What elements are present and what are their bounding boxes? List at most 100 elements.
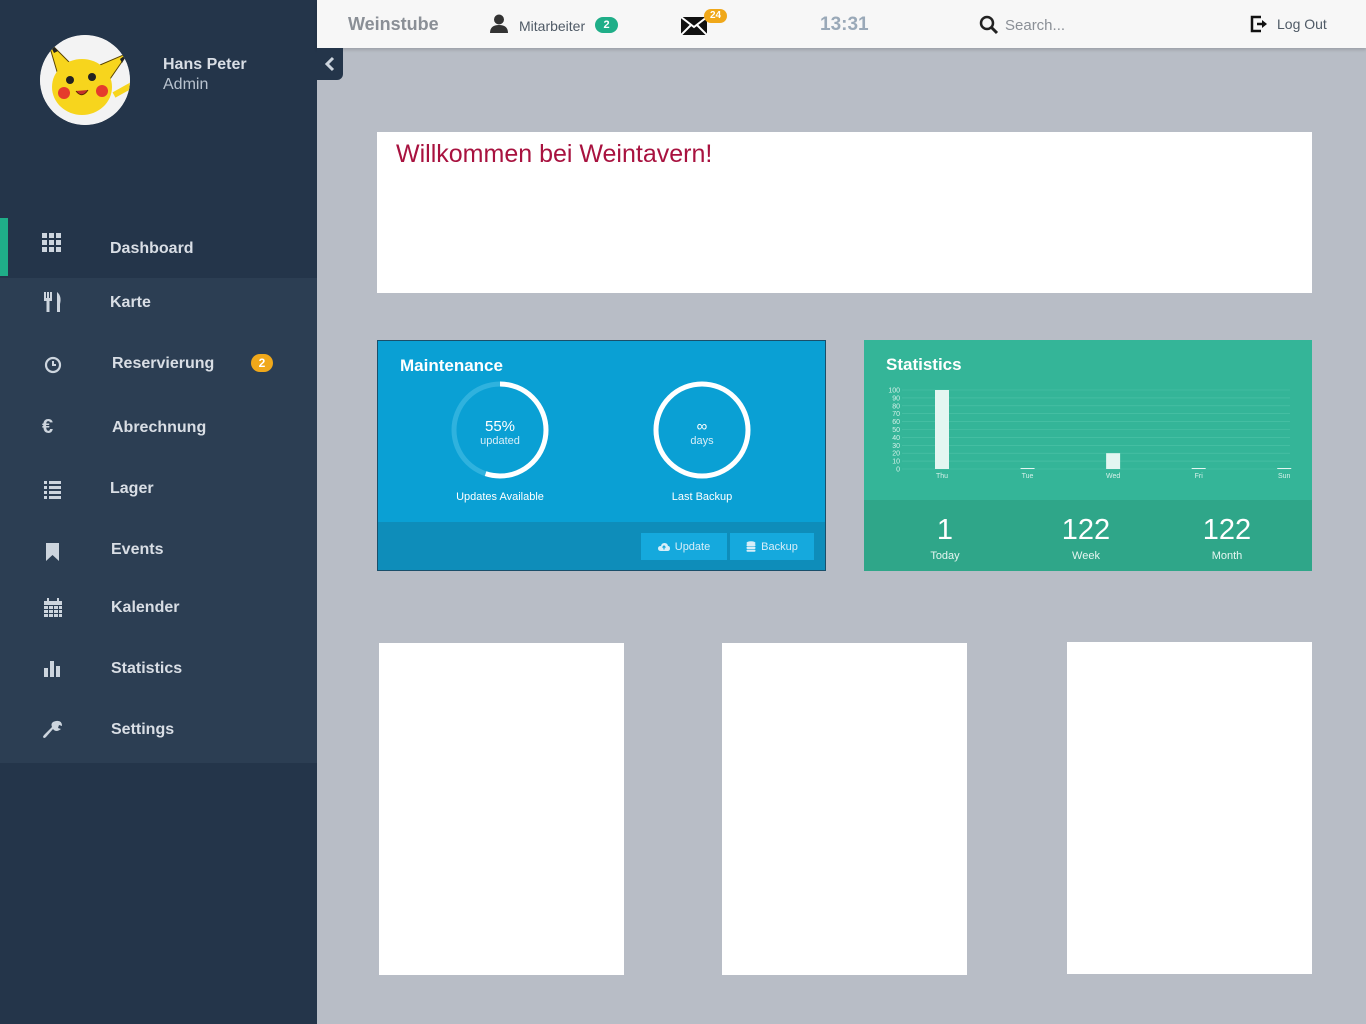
backup-button-label: Backup [761,540,798,553]
x-tick-label: Sun [1278,473,1291,480]
backup-caption: Last Backup [671,491,733,503]
bookmark-icon [46,543,59,561]
empty-panel [379,643,624,975]
stat-month-value: 122 [1202,514,1252,546]
welcome-panel: Willkommen bei Weintavern! [377,132,1312,293]
update-button-label: Update [674,540,711,553]
maintenance-widget: Maintenance 55% updated Updates Availabl… [377,340,826,571]
sidebar-item-label: Settings [111,721,175,738]
chart-bar [1106,453,1121,469]
list-icon [44,481,61,499]
update-button[interactable]: Update [641,533,727,560]
grid-icon [42,233,61,252]
profile-role: Admin [163,76,209,93]
y-tick-label: 100 [888,388,900,395]
user-profile: Hans Peter Admin [0,0,317,190]
search-icon[interactable] [979,15,999,35]
chevron-left-icon [324,56,335,72]
euro-icon: € [42,416,54,438]
y-tick-label: 50 [892,427,900,434]
sidebar-item-label: Reservierung [112,355,215,372]
statistics-title: Statistics [886,355,962,374]
sidebar-item-statistics[interactable]: Statistics [0,638,317,698]
sidebar-item-label: Statistics [111,660,183,677]
x-tick-label: Wed [1106,473,1120,480]
logout-link[interactable]: Log Out [1277,16,1327,32]
search-input[interactable] [1005,14,1205,36]
sidebar-item-karte[interactable]: Karte [0,276,317,336]
sidebar-item-dashboard[interactable]: Dashboard [0,218,317,278]
clock-time: 13:31 [820,14,869,35]
statistics-footer: 1 Today 122 Week 122 Month [864,500,1312,571]
y-tick-label: 80 [892,403,900,410]
sidebar-collapse-button[interactable] [317,48,343,80]
sidebar-item-abrechnung[interactable]: € Abrechnung [0,398,317,458]
sidebar-item-label: Karte [110,294,151,311]
stat-week-label: Week [1072,550,1100,562]
welcome-title: Willkommen bei Weintavern! [396,140,713,168]
sidebar-item-events[interactable]: Events [0,519,317,579]
staff-count-badge: 2 [595,17,618,33]
sidebar-item-lager[interactable]: Lager [0,458,317,518]
y-tick-label: 20 [892,451,900,458]
fork-knife-icon [44,292,61,312]
y-tick-label: 90 [892,395,900,402]
user-icon[interactable] [489,14,509,34]
updates-sub: updated [480,435,520,447]
y-tick-label: 40 [892,435,900,442]
sidebar-nav: Dashboard Karte Reservierung 2 € Abrechn… [0,218,317,763]
logout-icon[interactable] [1249,14,1269,34]
y-tick-label: 0 [896,467,900,474]
profile-name: Hans Peter [163,56,247,73]
updates-value: 55% [484,418,516,435]
sidebar-item-label: Lager [110,480,154,497]
bar-chart-icon [44,661,60,677]
cloud-upload-icon [657,542,670,551]
sidebar-item-kalender[interactable]: Kalender [0,578,317,638]
statistics-bar-chart: 1009080706050403020100Thu Tue Wed Fri Sun [888,388,1292,480]
chart-bar [1020,468,1035,469]
top-header: Weinstube Mitarbeiter 2 24 13:31 Log Out [317,0,1366,48]
sidebar-item-reservierung[interactable]: Reservierung 2 [0,336,317,396]
y-tick-label: 70 [892,411,900,418]
maintenance-title: Maintenance [400,356,503,375]
sidebar-item-label: Dashboard [110,240,194,257]
clock-icon [44,356,62,374]
sidebar-item-label: Kalender [111,599,180,616]
mail-icon[interactable] [681,17,707,35]
sidebar-item-settings[interactable]: Settings [0,699,317,759]
updates-caption: Updates Available [456,491,544,503]
backup-sub: days [690,435,714,447]
chart-bar [935,390,949,469]
x-tick-label: Thu [936,473,948,480]
y-tick-label: 10 [892,459,900,466]
updates-value-group: 55% updated [450,418,550,447]
statistics-widget: Statistics 100 90 80 70 60 50 40 30 20 10 0 Thu Tue W… [864,340,1312,571]
chart-bar [1191,468,1206,469]
x-tick-label: Fri [1195,473,1204,480]
avatar[interactable] [40,35,130,125]
x-tick-label: Tue [1022,473,1034,480]
empty-panel [722,643,967,975]
y-tick-label: 30 [892,443,900,450]
brand-name[interactable]: Weinstube [348,14,439,35]
staff-link[interactable]: Mitarbeiter [519,18,585,34]
backup-value-group: ∞ days [652,418,752,447]
chart-bar [1277,468,1292,469]
mail-count-badge: 24 [704,9,727,23]
stat-month-label: Month [1211,550,1243,562]
wrench-icon [43,720,62,738]
sidebar-item-label: Abrechnung [112,419,207,436]
database-icon [746,541,756,552]
backup-value: ∞ [696,418,708,435]
sidebar-item-label: Events [111,541,164,558]
empty-panel [1067,642,1312,974]
stat-today-value: 1 [936,514,954,546]
stat-today-label: Today [930,550,960,562]
reservation-count-badge: 2 [251,354,273,372]
sidebar: Hans Peter Admin Dashboard Karte Reservi… [0,0,317,1024]
stat-week-value: 122 [1061,514,1111,546]
backup-button[interactable]: Backup [730,533,814,560]
calendar-icon [44,598,62,617]
y-tick-label: 60 [892,419,900,426]
